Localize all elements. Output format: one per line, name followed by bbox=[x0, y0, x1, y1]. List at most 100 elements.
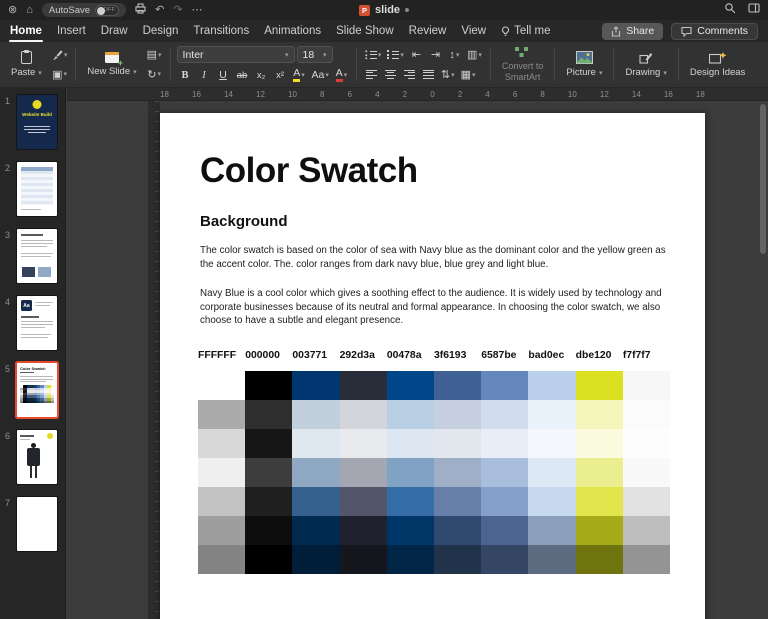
autosave-switch[interactable]: OFF bbox=[95, 4, 120, 16]
justify-button[interactable] bbox=[420, 67, 437, 83]
align-left-button[interactable] bbox=[363, 67, 380, 83]
swatch-cell bbox=[622, 516, 671, 545]
text-direction-button[interactable]: ⇅ ▾ bbox=[439, 67, 457, 83]
ruler-number: 10 bbox=[567, 89, 577, 99]
reset-slide-button[interactable]: ↻ ▾ bbox=[145, 66, 164, 82]
slide-thumbnail-6[interactable]: 6 bbox=[0, 430, 65, 484]
more-commands-icon[interactable]: ⋯ bbox=[192, 4, 203, 16]
slide-heading[interactable]: Background bbox=[200, 213, 288, 230]
tab-transitions[interactable]: Transitions bbox=[193, 25, 249, 37]
tab-tell-me[interactable]: Tell me bbox=[501, 25, 551, 37]
ruler-number: 12 bbox=[256, 89, 265, 99]
align-center-button[interactable] bbox=[382, 67, 399, 83]
slide-thumbnail-5[interactable]: 5 Color Swatch bbox=[0, 363, 65, 417]
ribbon-divider bbox=[75, 48, 77, 81]
slide-thumbnail-7[interactable]: 7 bbox=[0, 497, 65, 551]
tab-review[interactable]: Review bbox=[409, 25, 447, 37]
slide-thumbnail-1[interactable]: 1 Website Build bbox=[0, 95, 65, 149]
mini-color-grid bbox=[20, 385, 55, 404]
slide-thumbnail-4[interactable]: 4 Aa bbox=[0, 296, 65, 350]
undo-icon[interactable]: ↶ bbox=[155, 4, 164, 16]
bullets-button[interactable]: ▾ bbox=[363, 47, 384, 63]
slide-layout-button[interactable]: ▤ ▾ bbox=[145, 47, 164, 63]
swatch-hex-labels[interactable]: FFFFFF 000000 003771 292d3a 00478a 3f6193 6587… bbox=[198, 350, 670, 361]
bold-button[interactable]: B bbox=[177, 67, 194, 83]
window-close-icon[interactable]: ⊗ bbox=[8, 4, 17, 16]
sidebar-panel-icon[interactable] bbox=[748, 1, 760, 19]
tab-slide-show[interactable]: Slide Show bbox=[336, 25, 394, 37]
print-icon[interactable] bbox=[135, 1, 146, 19]
picture-button[interactable]: Picture ▾ bbox=[561, 45, 607, 84]
slide-canvas[interactable]: Color Swatch Background The color swatch… bbox=[160, 113, 705, 619]
align-objects-icon: ▦ bbox=[460, 69, 472, 81]
font-color-button[interactable]: A ▾ bbox=[333, 67, 350, 83]
slide-paragraph-1[interactable]: The color swatch is based on the color o… bbox=[200, 244, 666, 271]
mini-table bbox=[21, 171, 53, 205]
caret-icon: ▾ bbox=[301, 72, 305, 79]
caret-icon: ▾ bbox=[663, 69, 667, 77]
paste-button[interactable]: Paste ▾ bbox=[6, 45, 47, 84]
align-text-button[interactable]: ▦ ▾ bbox=[459, 67, 478, 83]
slide-title[interactable]: Color Swatch bbox=[200, 151, 418, 191]
columns-button[interactable]: ▥ ▾ bbox=[465, 47, 484, 63]
tab-view[interactable]: View bbox=[461, 25, 486, 37]
line-spacing-button[interactable]: ↕ ▾ bbox=[446, 47, 463, 63]
numbering-button[interactable]: ▾ bbox=[385, 47, 406, 63]
strikethrough-button[interactable]: ab bbox=[234, 67, 251, 83]
ruler-number: 2 bbox=[457, 89, 463, 99]
slide-thumbnail-2[interactable]: 2 bbox=[0, 162, 65, 216]
comments-button[interactable]: Comments bbox=[671, 22, 758, 40]
drawing-button[interactable]: Drawing ▾ bbox=[620, 45, 671, 84]
layout-icon: ▤ bbox=[146, 49, 158, 62]
change-case-button[interactable]: Aa ▾ bbox=[310, 67, 331, 83]
swatch-cell bbox=[245, 487, 293, 516]
swatch-cell bbox=[198, 516, 246, 545]
design-ideas-button[interactable]: Design Ideas bbox=[685, 45, 750, 84]
font-size-select[interactable]: 18 ▾ bbox=[296, 46, 333, 63]
swatch-hex-label: 292d3a bbox=[339, 350, 375, 361]
slide-number: 6 bbox=[5, 431, 11, 441]
subscript-button[interactable]: x₂ bbox=[253, 67, 270, 83]
ruler-number: 16 bbox=[192, 89, 201, 99]
share-button[interactable]: Share bbox=[602, 22, 664, 40]
tab-draw[interactable]: Draw bbox=[101, 25, 128, 37]
search-icon[interactable] bbox=[724, 1, 736, 19]
vertical-scrollbar[interactable] bbox=[760, 104, 766, 254]
align-right-button[interactable] bbox=[401, 67, 418, 83]
swatch-cell bbox=[622, 545, 671, 574]
swatch-cell bbox=[575, 400, 623, 429]
color-swatch-grid[interactable] bbox=[198, 371, 671, 574]
underline-button[interactable]: U bbox=[215, 67, 232, 83]
autosave-toggle[interactable]: AutoSave OFF bbox=[41, 3, 127, 17]
format-painter-button[interactable]: ▾ bbox=[50, 47, 70, 63]
caret-icon: ▾ bbox=[455, 51, 460, 59]
clipboard-options-button[interactable]: ▣ ▾ bbox=[50, 66, 70, 82]
superscript-button[interactable]: x² bbox=[272, 67, 289, 83]
thumb-5-title: Color Swatch bbox=[20, 366, 46, 371]
share-label: Share bbox=[626, 25, 655, 37]
font-name-select[interactable]: Inter ▾ bbox=[176, 46, 295, 63]
swatch-cell bbox=[198, 400, 246, 429]
brush-icon bbox=[52, 50, 63, 61]
tab-animations[interactable]: Animations bbox=[264, 25, 321, 37]
increase-indent-button[interactable]: ⇥ bbox=[427, 47, 444, 63]
italic-button[interactable]: I bbox=[196, 67, 213, 83]
home-icon[interactable]: ⌂ bbox=[26, 4, 33, 16]
typography-badge: Aa bbox=[21, 300, 32, 311]
swatch-cell bbox=[434, 487, 482, 516]
highlight-color-button[interactable]: A ▾ bbox=[291, 67, 308, 83]
decrease-indent-button[interactable]: ⇤ bbox=[408, 47, 425, 63]
ribbon-divider bbox=[677, 48, 679, 81]
tab-design[interactable]: Design bbox=[143, 25, 179, 37]
slide-paragraph-2[interactable]: Navy Blue is a cool color which gives a … bbox=[200, 287, 666, 328]
tab-home[interactable]: Home bbox=[9, 25, 43, 42]
ruler-number: 12 bbox=[599, 89, 609, 99]
slide-thumbnail-3[interactable]: 3 bbox=[0, 229, 65, 283]
new-slide-button[interactable]: New Slide▾ bbox=[82, 45, 141, 84]
convert-to-smartart-button[interactable]: Convert to SmartArt bbox=[497, 45, 549, 84]
redo-icon[interactable]: ↷ bbox=[173, 4, 182, 16]
autosave-label: AutoSave bbox=[48, 4, 91, 16]
tab-insert[interactable]: Insert bbox=[57, 25, 86, 37]
swatch-cell bbox=[481, 371, 529, 400]
clipboard-small-icon: ▣ bbox=[52, 68, 63, 81]
